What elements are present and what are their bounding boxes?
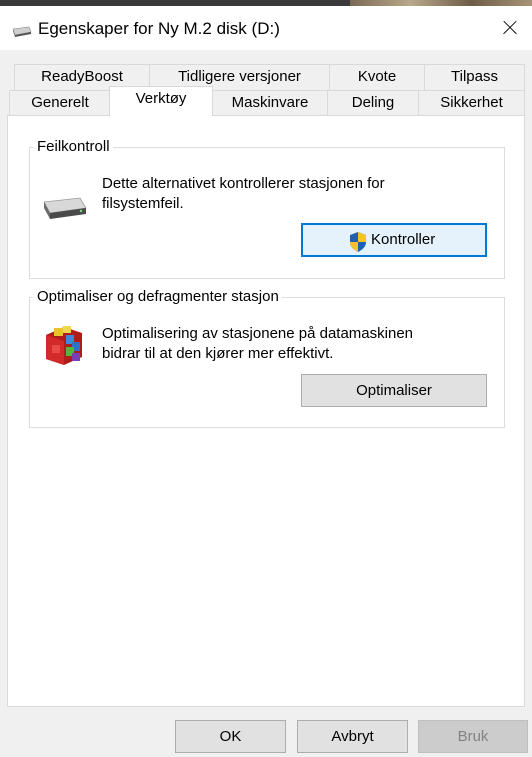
tab-label: Maskinvare	[231, 94, 309, 111]
optimize-description-2: bidrar til at den kjører mer effektivt.	[102, 345, 334, 362]
ok-button[interactable]: OK	[175, 720, 286, 753]
ok-button-label: OK	[219, 728, 242, 745]
drive-icon	[43, 197, 87, 219]
drive-icon	[12, 26, 32, 37]
tab-label: Sikkerhet	[440, 94, 503, 111]
error-check-description-2: filsystemfeil.	[102, 195, 184, 212]
uac-shield-icon	[350, 232, 366, 252]
tools-panel: Feilkontroll Dette alternativet kontroll…	[7, 115, 525, 707]
tab-label: Verktøy	[135, 90, 187, 107]
tab-maskinvare[interactable]: Maskinvare	[212, 90, 328, 116]
cancel-button-label: Avbryt	[331, 728, 374, 745]
group-label: Feilkontroll	[33, 138, 113, 155]
tab-label: Tilpass	[451, 68, 498, 85]
check-button-label: Kontroller	[371, 231, 436, 248]
tab-verktoy[interactable]: Verktøy	[109, 86, 213, 116]
tab-label: Deling	[351, 94, 395, 111]
error-check-group	[29, 147, 505, 279]
group-label: Optimaliser og defragmenter stasjon	[33, 288, 282, 305]
window-title: Egenskaper for Ny M.2 disk (D:)	[38, 19, 280, 38]
cancel-button[interactable]: Avbryt	[297, 720, 408, 753]
tab-deling[interactable]: Deling	[327, 90, 419, 116]
tab-label: Kvote	[357, 68, 397, 85]
apply-button[interactable]: Bruk	[418, 720, 528, 753]
close-icon[interactable]	[486, 6, 532, 50]
title-bar: Egenskaper for Ny M.2 disk (D:)	[0, 6, 532, 50]
check-button[interactable]: Kontroller	[301, 223, 487, 257]
tab-label: Tidligere versjoner	[178, 68, 301, 85]
tab-label: Generelt	[31, 94, 89, 111]
apply-button-label: Bruk	[457, 728, 489, 745]
tab-kvote[interactable]: Kvote	[329, 64, 425, 90]
defrag-icon	[46, 326, 82, 365]
tab-tilpass[interactable]: Tilpass	[424, 64, 525, 90]
tab-generelt[interactable]: Generelt	[9, 90, 111, 116]
tab-sikkerhet[interactable]: Sikkerhet	[418, 90, 525, 116]
optimize-button-label: Optimaliser	[356, 382, 432, 399]
optimize-description-1: Optimalisering av stasjonene på datamask…	[102, 325, 414, 342]
tab-label: ReadyBoost	[41, 68, 123, 85]
error-check-description-1: Dette alternativet kontrollerer stasjone…	[102, 175, 385, 192]
optimize-button[interactable]: Optimaliser	[301, 374, 487, 407]
